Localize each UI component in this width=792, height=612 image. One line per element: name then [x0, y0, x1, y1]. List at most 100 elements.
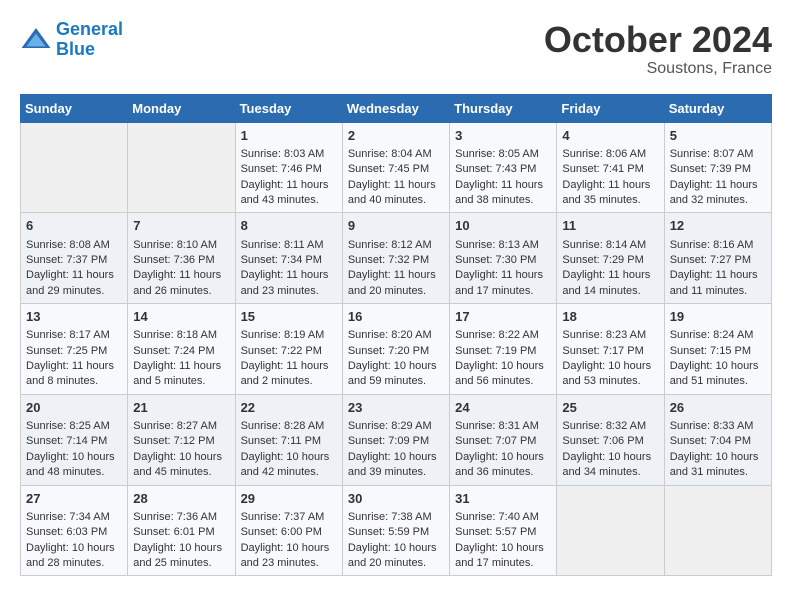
- sunset-text: Sunset: 7:25 PM: [26, 344, 122, 359]
- calendar-cell: 30Sunrise: 7:38 AMSunset: 5:59 PMDayligh…: [342, 485, 449, 576]
- day-number: 1: [241, 127, 337, 145]
- sunrise-text: Sunrise: 8:27 AM: [133, 419, 229, 434]
- daylight-text: Daylight: 10 hours and 42 minutes.: [241, 450, 337, 481]
- calendar-cell: 12Sunrise: 8:16 AMSunset: 7:27 PMDayligh…: [664, 213, 771, 304]
- daylight-text: Daylight: 10 hours and 59 minutes.: [348, 359, 444, 390]
- sunset-text: Sunset: 7:24 PM: [133, 344, 229, 359]
- sunrise-text: Sunrise: 7:38 AM: [348, 510, 444, 525]
- day-number: 26: [670, 399, 766, 417]
- sunrise-text: Sunrise: 8:29 AM: [348, 419, 444, 434]
- sunset-text: Sunset: 7:07 PM: [455, 434, 551, 449]
- sunrise-text: Sunrise: 8:16 AM: [670, 238, 766, 253]
- daylight-text: Daylight: 11 hours and 2 minutes.: [241, 359, 337, 390]
- day-number: 3: [455, 127, 551, 145]
- daylight-text: Daylight: 11 hours and 29 minutes.: [26, 268, 122, 299]
- sunrise-text: Sunrise: 8:11 AM: [241, 238, 337, 253]
- calendar-cell: 20Sunrise: 8:25 AMSunset: 7:14 PMDayligh…: [21, 394, 128, 485]
- calendar-cell: 2Sunrise: 8:04 AMSunset: 7:45 PMDaylight…: [342, 122, 449, 213]
- calendar-cell: 1Sunrise: 8:03 AMSunset: 7:46 PMDaylight…: [235, 122, 342, 213]
- sunrise-text: Sunrise: 8:24 AM: [670, 328, 766, 343]
- weekday-header-friday: Friday: [557, 94, 664, 122]
- day-number: 20: [26, 399, 122, 417]
- calendar-cell: 7Sunrise: 8:10 AMSunset: 7:36 PMDaylight…: [128, 213, 235, 304]
- daylight-text: Daylight: 10 hours and 45 minutes.: [133, 450, 229, 481]
- sunset-text: Sunset: 7:46 PM: [241, 162, 337, 177]
- day-number: 23: [348, 399, 444, 417]
- calendar-cell: 4Sunrise: 8:06 AMSunset: 7:41 PMDaylight…: [557, 122, 664, 213]
- calendar-cell: 29Sunrise: 7:37 AMSunset: 6:00 PMDayligh…: [235, 485, 342, 576]
- day-number: 30: [348, 490, 444, 508]
- sunrise-text: Sunrise: 8:19 AM: [241, 328, 337, 343]
- weekday-header-wednesday: Wednesday: [342, 94, 449, 122]
- sunset-text: Sunset: 7:19 PM: [455, 344, 551, 359]
- daylight-text: Daylight: 10 hours and 48 minutes.: [26, 450, 122, 481]
- calendar-cell: 27Sunrise: 7:34 AMSunset: 6:03 PMDayligh…: [21, 485, 128, 576]
- sunrise-text: Sunrise: 8:04 AM: [348, 147, 444, 162]
- sunrise-text: Sunrise: 8:32 AM: [562, 419, 658, 434]
- daylight-text: Daylight: 11 hours and 32 minutes.: [670, 178, 766, 209]
- day-number: 19: [670, 308, 766, 326]
- daylight-text: Daylight: 10 hours and 36 minutes.: [455, 450, 551, 481]
- calendar-cell: [664, 485, 771, 576]
- calendar-cell: 11Sunrise: 8:14 AMSunset: 7:29 PMDayligh…: [557, 213, 664, 304]
- day-number: 17: [455, 308, 551, 326]
- daylight-text: Daylight: 11 hours and 17 minutes.: [455, 268, 551, 299]
- calendar-cell: 16Sunrise: 8:20 AMSunset: 7:20 PMDayligh…: [342, 304, 449, 395]
- sunset-text: Sunset: 6:03 PM: [26, 525, 122, 540]
- sunset-text: Sunset: 7:39 PM: [670, 162, 766, 177]
- calendar-cell: 13Sunrise: 8:17 AMSunset: 7:25 PMDayligh…: [21, 304, 128, 395]
- day-number: 29: [241, 490, 337, 508]
- daylight-text: Daylight: 10 hours and 28 minutes.: [26, 541, 122, 572]
- calendar-cell: [557, 485, 664, 576]
- calendar-cell: 28Sunrise: 7:36 AMSunset: 6:01 PMDayligh…: [128, 485, 235, 576]
- sunrise-text: Sunrise: 7:40 AM: [455, 510, 551, 525]
- sunrise-text: Sunrise: 8:18 AM: [133, 328, 229, 343]
- daylight-text: Daylight: 10 hours and 20 minutes.: [348, 541, 444, 572]
- calendar-cell: 26Sunrise: 8:33 AMSunset: 7:04 PMDayligh…: [664, 394, 771, 485]
- sunset-text: Sunset: 7:32 PM: [348, 253, 444, 268]
- logo: General Blue: [20, 20, 123, 60]
- sunset-text: Sunset: 7:29 PM: [562, 253, 658, 268]
- day-number: 13: [26, 308, 122, 326]
- sunrise-text: Sunrise: 8:08 AM: [26, 238, 122, 253]
- daylight-text: Daylight: 10 hours and 17 minutes.: [455, 541, 551, 572]
- sunset-text: Sunset: 7:22 PM: [241, 344, 337, 359]
- calendar-cell: 10Sunrise: 8:13 AMSunset: 7:30 PMDayligh…: [450, 213, 557, 304]
- logo-text: General Blue: [56, 20, 123, 60]
- sunset-text: Sunset: 7:41 PM: [562, 162, 658, 177]
- daylight-text: Daylight: 11 hours and 14 minutes.: [562, 268, 658, 299]
- sunset-text: Sunset: 7:30 PM: [455, 253, 551, 268]
- day-number: 14: [133, 308, 229, 326]
- sunrise-text: Sunrise: 8:13 AM: [455, 238, 551, 253]
- sunrise-text: Sunrise: 7:36 AM: [133, 510, 229, 525]
- day-number: 9: [348, 217, 444, 235]
- calendar-cell: 23Sunrise: 8:29 AMSunset: 7:09 PMDayligh…: [342, 394, 449, 485]
- title-block: October 2024 Soustons, France: [544, 20, 772, 78]
- calendar-cell: 3Sunrise: 8:05 AMSunset: 7:43 PMDaylight…: [450, 122, 557, 213]
- week-row-4: 20Sunrise: 8:25 AMSunset: 7:14 PMDayligh…: [21, 394, 772, 485]
- sunset-text: Sunset: 7:20 PM: [348, 344, 444, 359]
- calendar-cell: 24Sunrise: 8:31 AMSunset: 7:07 PMDayligh…: [450, 394, 557, 485]
- day-number: 31: [455, 490, 551, 508]
- sunset-text: Sunset: 7:37 PM: [26, 253, 122, 268]
- weekday-header-row: SundayMondayTuesdayWednesdayThursdayFrid…: [21, 94, 772, 122]
- calendar-cell: 6Sunrise: 8:08 AMSunset: 7:37 PMDaylight…: [21, 213, 128, 304]
- daylight-text: Daylight: 10 hours and 53 minutes.: [562, 359, 658, 390]
- daylight-text: Daylight: 11 hours and 23 minutes.: [241, 268, 337, 299]
- sunrise-text: Sunrise: 8:20 AM: [348, 328, 444, 343]
- daylight-text: Daylight: 11 hours and 11 minutes.: [670, 268, 766, 299]
- day-number: 8: [241, 217, 337, 235]
- calendar-cell: 14Sunrise: 8:18 AMSunset: 7:24 PMDayligh…: [128, 304, 235, 395]
- weekday-header-monday: Monday: [128, 94, 235, 122]
- daylight-text: Daylight: 11 hours and 26 minutes.: [133, 268, 229, 299]
- weekday-header-sunday: Sunday: [21, 94, 128, 122]
- day-number: 2: [348, 127, 444, 145]
- calendar-cell: 18Sunrise: 8:23 AMSunset: 7:17 PMDayligh…: [557, 304, 664, 395]
- sunset-text: Sunset: 7:34 PM: [241, 253, 337, 268]
- day-number: 4: [562, 127, 658, 145]
- sunset-text: Sunset: 7:06 PM: [562, 434, 658, 449]
- day-number: 22: [241, 399, 337, 417]
- weekday-header-saturday: Saturday: [664, 94, 771, 122]
- sunset-text: Sunset: 7:04 PM: [670, 434, 766, 449]
- daylight-text: Daylight: 10 hours and 51 minutes.: [670, 359, 766, 390]
